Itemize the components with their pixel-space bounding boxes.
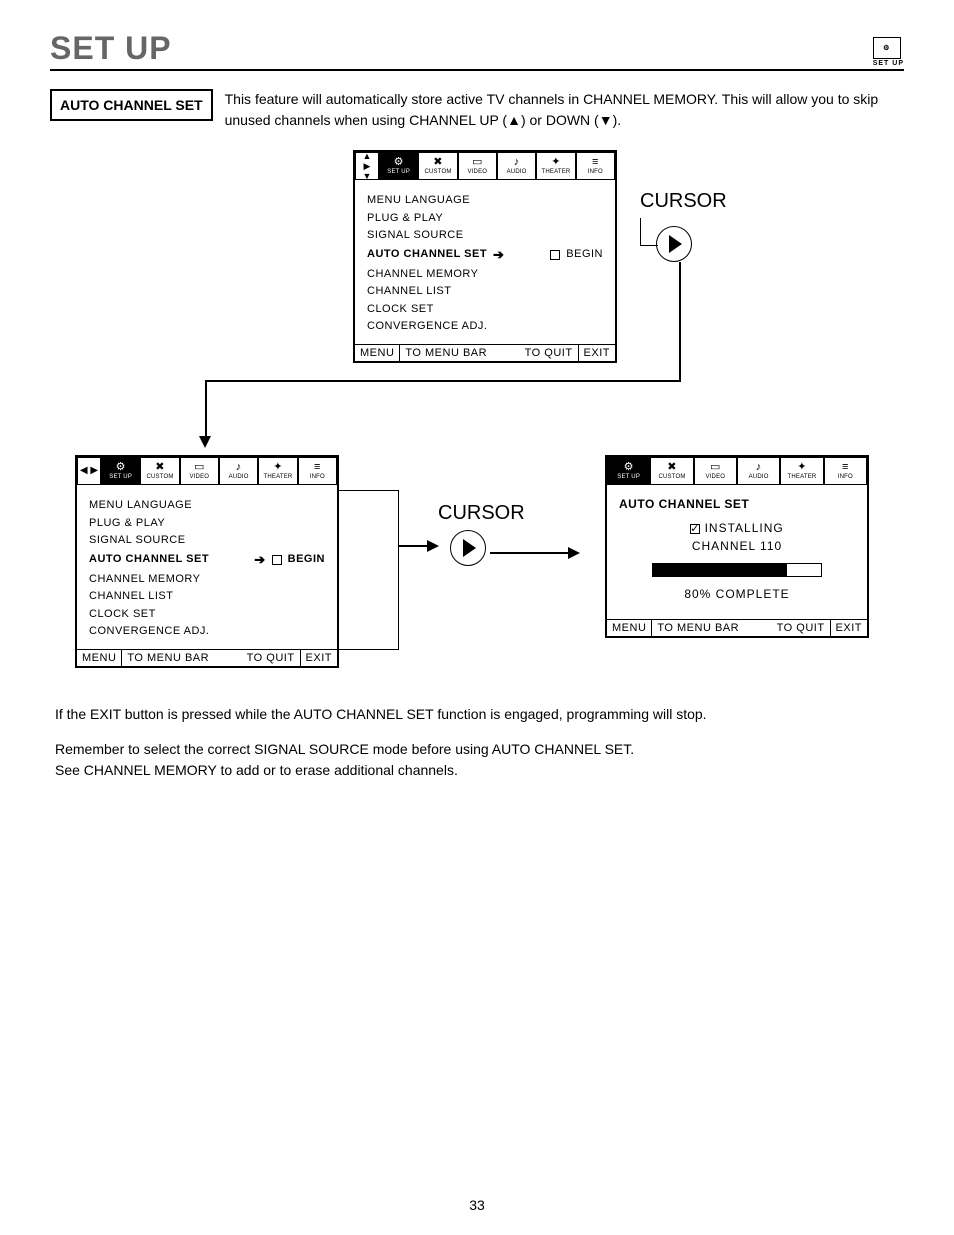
arrow-right-icon xyxy=(427,540,439,552)
cursor-label: CURSOR xyxy=(438,502,525,525)
cursor-right-icon xyxy=(450,530,486,566)
bracket-icon xyxy=(339,490,399,650)
menu-list: MENU LANGUAGE PLUG & PLAY SIGNAL SOURCE … xyxy=(89,497,325,641)
page-number: 33 xyxy=(0,1197,954,1213)
menu-item: CHANNEL LIST xyxy=(89,588,325,606)
menu-item: MENU LANGUAGE xyxy=(367,192,603,210)
osd-panel-2: ◀ ▶ ⚙SET UP ✖CUSTOM ▭VIDEO ♪AUDIO ✦THEAT… xyxy=(75,455,339,668)
menu-item: CONVERGENCE ADJ. xyxy=(89,623,325,641)
tab-video: ▭VIDEO xyxy=(458,152,497,180)
menu-item: CLOCK SET xyxy=(367,301,603,319)
tab-setup: ⚙SET UP xyxy=(101,457,140,485)
tab-setup: ⚙SET UP xyxy=(379,152,418,180)
tab-info: ≡INFO xyxy=(824,457,867,485)
tab-bar: ▲▶▼ ⚙SET UP ✖CUSTOM ▭VIDEO ♪AUDIO ✦THEAT… xyxy=(355,152,615,180)
osd-panel-1: ▲▶▼ ⚙SET UP ✖CUSTOM ▭VIDEO ♪AUDIO ✦THEAT… xyxy=(353,150,617,363)
footnotes: If the EXIT button is pressed while the … xyxy=(55,690,895,795)
menu-item: CONVERGENCE ADJ. xyxy=(367,318,603,336)
tab-audio: ♪AUDIO xyxy=(219,457,258,485)
menu-item: CHANNEL MEMORY xyxy=(367,266,603,284)
feature-label-box: AUTO CHANNEL SET xyxy=(50,89,213,121)
install-line1: INSTALLING xyxy=(633,521,841,535)
tab-audio: ♪AUDIO xyxy=(737,457,780,485)
flow-line xyxy=(490,552,570,554)
tab-info: ≡INFO xyxy=(298,457,337,485)
tab-custom: ✖CUSTOM xyxy=(140,457,179,485)
menu-item-selected: AUTO CHANNEL SET ➔ BEGIN xyxy=(367,245,603,266)
arrow-down-icon xyxy=(199,436,211,448)
cursor-right-icon xyxy=(656,226,692,262)
menu-list: MENU LANGUAGE PLUG & PLAY SIGNAL SOURCE … xyxy=(367,192,603,336)
install-complete: 80% COMPLETE xyxy=(633,587,841,601)
footnote-3: See CHANNEL MEMORY to add or to erase ad… xyxy=(55,760,895,781)
intro-text: This feature will automatically store ac… xyxy=(225,89,904,131)
menu-item: CLOCK SET xyxy=(89,606,325,624)
flow-line xyxy=(399,545,429,547)
checkbox-icon xyxy=(272,555,282,565)
nav-arrows-vertical-icon: ▲▶▼ xyxy=(355,152,379,180)
page-title: SET UP ⚙ SET UP xyxy=(50,30,904,71)
tab-info: ≡INFO xyxy=(576,152,615,180)
menu-item-selected: AUTO CHANNEL SET ➔ BEGIN xyxy=(89,550,325,571)
menu-item: CHANNEL LIST xyxy=(367,283,603,301)
tab-custom: ✖CUSTOM xyxy=(650,457,693,485)
tab-bar: ⚙SET UP ✖CUSTOM ▭VIDEO ♪AUDIO ✦THEATER ≡… xyxy=(607,457,867,485)
tab-custom: ✖CUSTOM xyxy=(418,152,457,180)
title-text: SET UP xyxy=(50,30,172,67)
flow-line xyxy=(205,380,681,382)
osd-footer: MENU TO MENU BAR TO QUIT EXIT xyxy=(355,344,615,361)
menu-item: SIGNAL SOURCE xyxy=(367,227,603,245)
tab-video: ▭VIDEO xyxy=(694,457,737,485)
tab-theater: ✦THEATER xyxy=(780,457,823,485)
tab-theater: ✦THEATER xyxy=(536,152,575,180)
menu-item: PLUG & PLAY xyxy=(89,515,325,533)
progress-bar xyxy=(652,563,822,577)
arrow-right-icon: ➔ xyxy=(493,245,504,266)
osd-footer: MENU TO MENU BAR TO QUIT EXIT xyxy=(607,619,867,636)
checkbox-checked-icon xyxy=(690,524,700,534)
checkbox-icon xyxy=(550,250,560,260)
tab-theater: ✦THEATER xyxy=(258,457,297,485)
menu-item: MENU LANGUAGE xyxy=(89,497,325,515)
tab-audio: ♪AUDIO xyxy=(497,152,536,180)
footnote-2: Remember to select the correct SIGNAL SO… xyxy=(55,739,895,760)
tab-bar: ◀ ▶ ⚙SET UP ✖CUSTOM ▭VIDEO ♪AUDIO ✦THEAT… xyxy=(77,457,337,485)
install-title: AUTO CHANNEL SET xyxy=(619,497,855,511)
osd-footer: MENU TO MENU BAR TO QUIT EXIT xyxy=(77,649,337,666)
flow-line xyxy=(679,262,681,382)
menu-item: SIGNAL SOURCE xyxy=(89,532,325,550)
install-line2: CHANNEL 110 xyxy=(633,539,841,553)
menu-item: CHANNEL MEMORY xyxy=(89,571,325,589)
arrow-right-icon xyxy=(568,547,580,559)
tab-setup: ⚙SET UP xyxy=(607,457,650,485)
arrow-right-icon: ➔ xyxy=(254,550,265,571)
cursor-label: CURSOR xyxy=(640,190,727,213)
nav-arrows-horizontal-icon: ◀ ▶ xyxy=(77,457,101,485)
menu-item: PLUG & PLAY xyxy=(367,210,603,228)
footnote-1: If the EXIT button is pressed while the … xyxy=(55,704,895,725)
flow-line xyxy=(205,380,207,436)
intro-row: AUTO CHANNEL SET This feature will autom… xyxy=(50,89,904,131)
tab-video: ▭VIDEO xyxy=(180,457,219,485)
setup-icon: ⚙ SET UP xyxy=(873,37,904,67)
osd-panel-3: ⚙SET UP ✖CUSTOM ▭VIDEO ♪AUDIO ✦THEATER ≡… xyxy=(605,455,869,638)
